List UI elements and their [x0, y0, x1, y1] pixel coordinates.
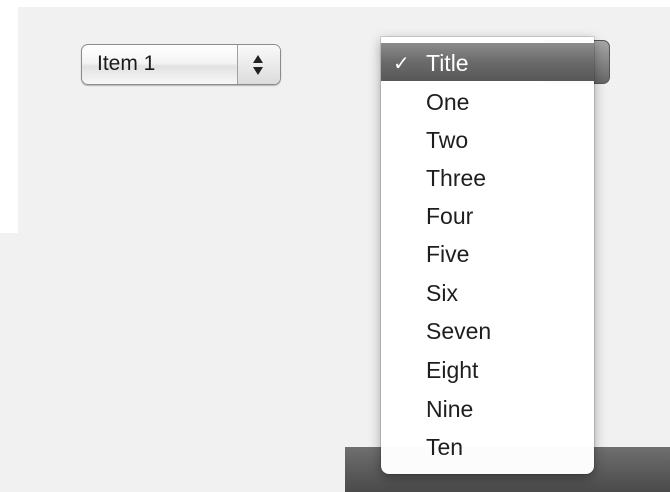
menu-item-ten[interactable]: Ten — [381, 427, 594, 465]
menu-item-seven[interactable]: Seven — [381, 311, 594, 349]
item-popup-button[interactable]: Item 1 — [81, 44, 281, 85]
up-down-arrows-icon — [237, 45, 280, 84]
menu-item-five[interactable]: Five — [381, 234, 594, 272]
menu-item-label: Six — [426, 280, 458, 306]
menu-item-three[interactable]: Three — [381, 158, 594, 196]
menu-item-eight[interactable]: Eight — [381, 350, 594, 388]
menu-item-label: Title — [426, 50, 469, 76]
menu-item-label: Eight — [426, 357, 479, 383]
menu-item-one[interactable]: One — [381, 82, 594, 120]
popup-selected-value: Item 1 — [97, 52, 156, 75]
menu-item-title[interactable]: ✓ Title — [381, 43, 594, 81]
menu-item-two[interactable]: Two — [381, 120, 594, 158]
menu-item-four[interactable]: Four — [381, 196, 594, 234]
background-area — [0, 233, 345, 492]
menu-item-label: Seven — [426, 318, 492, 344]
menu-item-label: Two — [426, 127, 469, 153]
menu-item-label: Ten — [426, 434, 464, 460]
menu-item-label: One — [426, 89, 470, 115]
menu-item-label: Five — [426, 241, 470, 267]
checkmark-icon: ✓ — [393, 51, 410, 75]
menu-item-nine[interactable]: Nine — [381, 389, 594, 427]
popup-menu: ✓ Title One Two Three Four Five Six Seve… — [381, 37, 594, 474]
menu-item-label: Three — [426, 165, 487, 191]
menu-item-six[interactable]: Six — [381, 273, 594, 311]
menu-item-label: Four — [426, 203, 474, 229]
menu-item-label: Nine — [426, 396, 474, 422]
